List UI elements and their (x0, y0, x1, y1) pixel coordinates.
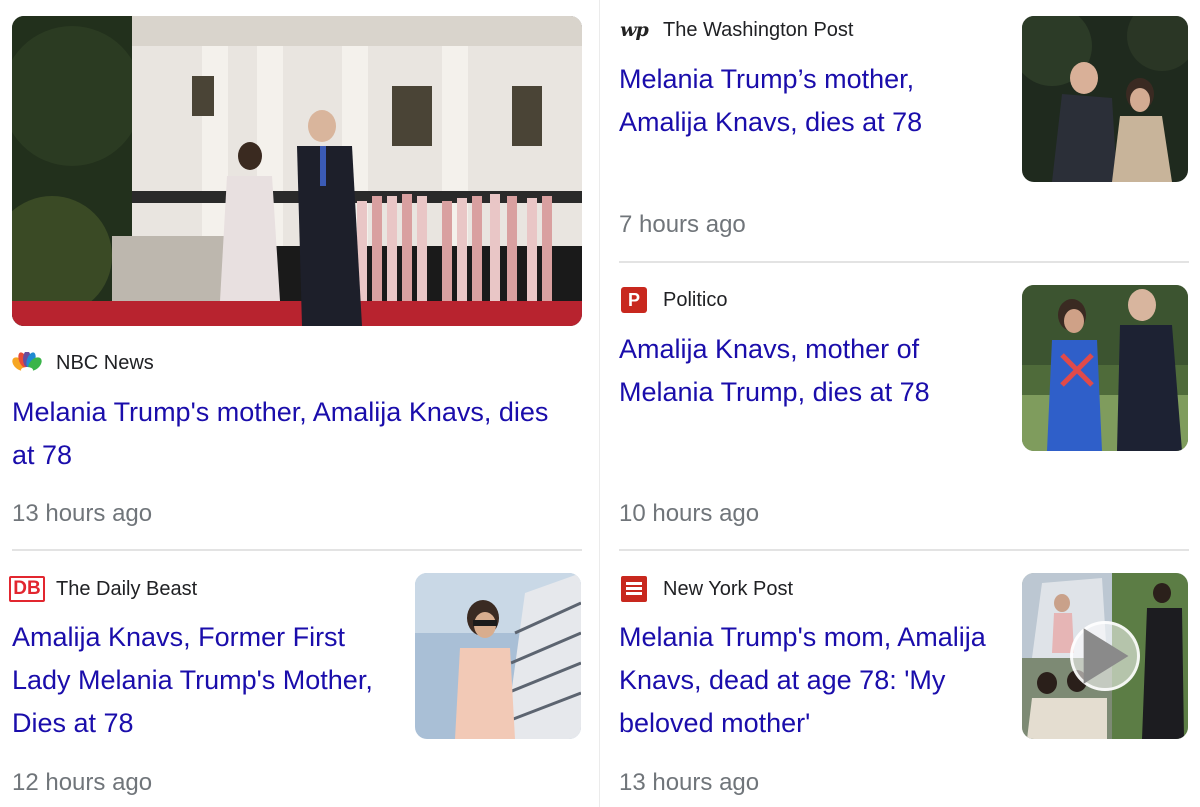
new-york-post-icon (619, 575, 649, 603)
source-name: The Daily Beast (56, 577, 198, 600)
source-name: NBC News (56, 351, 154, 374)
timestamp-new-york-post: 13 hours ago (619, 769, 760, 796)
article-image-politico[interactable] (1022, 285, 1188, 451)
source-name: Politico (663, 288, 728, 311)
timestamp-nbc: 13 hours ago (12, 500, 153, 527)
nbc-peacock-icon (12, 349, 42, 377)
column-divider (599, 0, 600, 807)
headline-new-york-post[interactable]: Melania Trump's mom, Amalija Knavs, dead… (619, 616, 1009, 745)
washington-post-icon: wp (620, 19, 649, 41)
article-image-daily-beast[interactable] (415, 573, 581, 739)
play-icon[interactable] (1070, 621, 1140, 691)
daily-beast-icon: DB (9, 575, 45, 603)
timestamp-politico: 10 hours ago (619, 500, 760, 527)
divider (619, 261, 1189, 263)
headline-daily-beast[interactable]: Amalija Knavs, Former First Lady Melania… (12, 616, 392, 745)
divider (619, 549, 1189, 551)
source-washington-post: wp The Washington Post (619, 16, 853, 44)
article-image-nbc[interactable] (12, 16, 582, 326)
headline-politico[interactable]: Amalija Knavs, mother of Melania Trump, … (619, 328, 999, 414)
article-image-new-york-post[interactable] (1022, 573, 1188, 739)
source-daily-beast: DB The Daily Beast (9, 575, 198, 603)
article-image-washington-post[interactable] (1022, 16, 1188, 182)
source-politico: P Politico (619, 286, 727, 314)
timestamp-washington-post: 7 hours ago (619, 211, 746, 238)
source-name: The Washington Post (663, 18, 854, 41)
politico-icon: P (619, 286, 649, 314)
divider (12, 549, 582, 551)
timestamp-daily-beast: 12 hours ago (12, 769, 153, 796)
headline-washington-post[interactable]: Melania Trump’s mother, Amalija Knavs, d… (619, 58, 999, 144)
source-new-york-post: New York Post (619, 575, 793, 603)
source-name: New York Post (663, 577, 794, 600)
source-nbc: NBC News (12, 349, 154, 377)
headline-nbc[interactable]: Melania Trump's mother, Amalija Knavs, d… (12, 391, 552, 477)
